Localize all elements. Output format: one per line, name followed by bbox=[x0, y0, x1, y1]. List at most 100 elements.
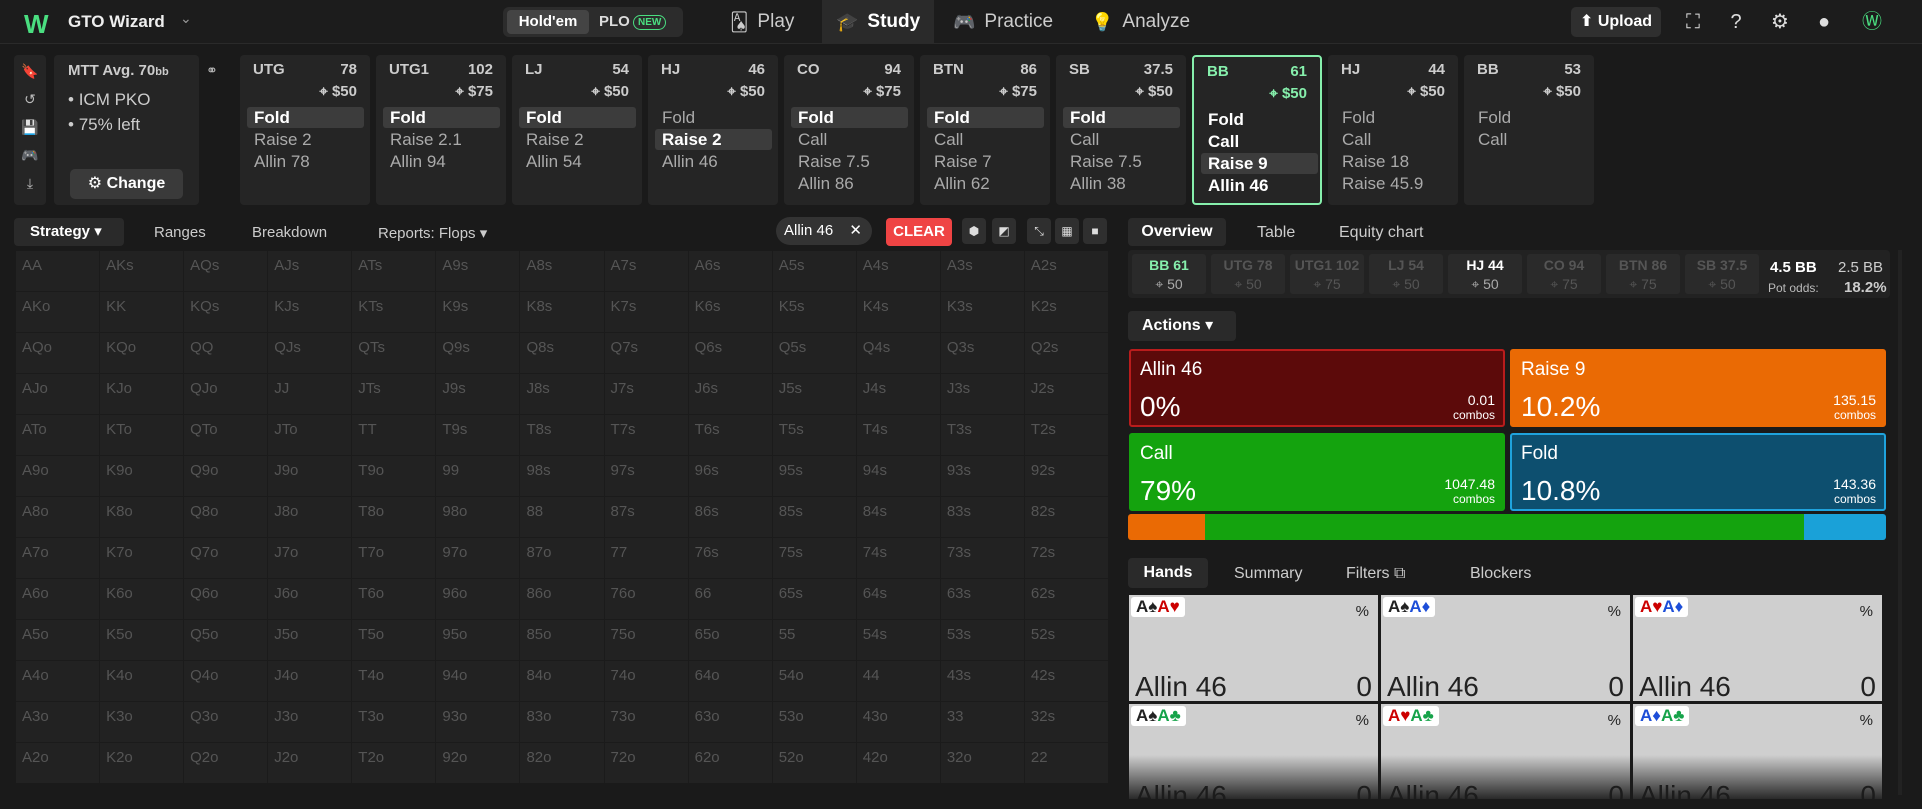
position-action[interactable]: Call bbox=[1335, 129, 1452, 150]
position-action[interactable]: Fold bbox=[927, 107, 1044, 128]
compress-icon[interactable]: ⤡ bbox=[1027, 218, 1051, 244]
range-cell[interactable]: AQo bbox=[16, 333, 100, 373]
range-cell[interactable]: Q7s bbox=[604, 333, 688, 373]
range-cell[interactable]: T7s bbox=[604, 415, 688, 455]
position-action[interactable]: Fold bbox=[655, 107, 772, 128]
range-cell[interactable]: Q2o bbox=[184, 743, 268, 783]
position-action[interactable]: Allin 86 bbox=[791, 173, 908, 194]
tab-filters[interactable]: Filters ⧉ bbox=[1346, 565, 1405, 583]
position-card-bb[interactable]: BB 53 ⌖ $50 Fold Call bbox=[1464, 55, 1594, 205]
help-icon[interactable]: ? bbox=[1722, 8, 1750, 36]
range-cell[interactable]: AQs bbox=[184, 251, 268, 291]
range-cell[interactable]: 82s bbox=[1024, 497, 1108, 537]
position-card-hj[interactable]: HJ 44 ⌖ $50 Fold Call Raise 18 Raise 45.9 bbox=[1328, 55, 1458, 205]
range-cell[interactable]: 87o bbox=[520, 538, 604, 578]
position-action[interactable]: Allin 62 bbox=[927, 173, 1044, 194]
position-card-btn[interactable]: BTN 86 ⌖ $75 Fold Call Raise 7 Allin 62 bbox=[920, 55, 1050, 205]
range-cell[interactable]: Q9o bbox=[184, 456, 268, 496]
bookmark-icon[interactable]: 🔖 bbox=[14, 63, 46, 80]
range-cell[interactable]: 32o bbox=[940, 743, 1024, 783]
position-card-hj[interactable]: HJ 46 ⌖ $50 Fold Raise 2 Allin 46 bbox=[648, 55, 778, 205]
position-action[interactable]: Fold bbox=[1471, 107, 1588, 128]
hand-cell[interactable]: A♠A♦% Allin 46 0 bbox=[1380, 594, 1631, 702]
range-cell[interactable]: T5o bbox=[352, 620, 436, 660]
range-cell[interactable]: 95o bbox=[436, 620, 520, 660]
range-cell[interactable]: T7o bbox=[352, 538, 436, 578]
range-cell[interactable]: T4s bbox=[856, 415, 940, 455]
range-cell[interactable]: K7o bbox=[100, 538, 184, 578]
wizard-coin-icon[interactable]: Ⓦ bbox=[1858, 8, 1886, 36]
range-cell[interactable]: QJs bbox=[268, 333, 352, 373]
range-cell[interactable]: Q3o bbox=[184, 702, 268, 742]
plo-tab[interactable]: PLO bbox=[599, 10, 630, 34]
position-action[interactable]: Fold bbox=[383, 107, 500, 128]
position-action[interactable]: Call bbox=[1201, 131, 1318, 152]
position-action[interactable]: Call bbox=[791, 129, 908, 150]
range-cell[interactable]: 66 bbox=[688, 579, 772, 619]
tab-summary[interactable]: Summary bbox=[1234, 565, 1302, 583]
range-cell[interactable]: 77 bbox=[604, 538, 688, 578]
range-cell[interactable]: 83o bbox=[520, 702, 604, 742]
range-cell[interactable]: K3s bbox=[940, 292, 1024, 332]
range-cell[interactable]: 33 bbox=[940, 702, 1024, 742]
range-cell[interactable]: T6s bbox=[688, 415, 772, 455]
range-cell[interactable]: 76o bbox=[604, 579, 688, 619]
position-card-utg[interactable]: UTG 78 ⌖ $50 Fold Raise 2 Allin 78 bbox=[240, 55, 370, 205]
range-cell[interactable]: T6o bbox=[352, 579, 436, 619]
range-cell[interactable]: 96s bbox=[688, 456, 772, 496]
range-cell[interactable]: K9o bbox=[100, 456, 184, 496]
range-cell[interactable]: K6s bbox=[688, 292, 772, 332]
range-cell[interactable]: 22 bbox=[1024, 743, 1108, 783]
chevron-down-icon[interactable]: ⌄ bbox=[180, 10, 192, 27]
range-cell[interactable]: ATo bbox=[16, 415, 100, 455]
save-icon[interactable]: 💾 bbox=[14, 119, 46, 136]
range-cell[interactable]: 42s bbox=[1024, 661, 1108, 701]
range-cell[interactable]: K5s bbox=[772, 292, 856, 332]
range-cell[interactable]: Q5o bbox=[184, 620, 268, 660]
tab-equity-chart[interactable]: Equity chart bbox=[1339, 224, 1423, 242]
range-cell[interactable]: 85o bbox=[520, 620, 604, 660]
action-box[interactable]: Call 79% 1047.48 combos bbox=[1129, 433, 1505, 511]
range-cell[interactable]: 73o bbox=[604, 702, 688, 742]
range-cell[interactable]: JTo bbox=[268, 415, 352, 455]
tab-strategy[interactable]: Strategy ▾ bbox=[14, 218, 124, 246]
range-cell[interactable]: K8o bbox=[100, 497, 184, 537]
range-cell[interactable]: J2s bbox=[1024, 374, 1108, 414]
contrast-icon[interactable]: ◩ bbox=[992, 218, 1016, 244]
range-cell[interactable]: A3o bbox=[16, 702, 100, 742]
position-action[interactable]: Fold bbox=[791, 107, 908, 128]
range-cell[interactable]: K6o bbox=[100, 579, 184, 619]
range-cell[interactable]: T9o bbox=[352, 456, 436, 496]
position-action[interactable]: Fold bbox=[519, 107, 636, 128]
hand-cell[interactable]: A♠A♥% Allin 46 0 bbox=[1128, 594, 1379, 702]
range-cell[interactable]: K4s bbox=[856, 292, 940, 332]
range-cell[interactable]: QTo bbox=[184, 415, 268, 455]
position-action[interactable]: Raise 7.5 bbox=[1063, 151, 1180, 172]
range-cell[interactable]: 84s bbox=[856, 497, 940, 537]
range-cell[interactable]: J3o bbox=[268, 702, 352, 742]
range-cell[interactable]: A2s bbox=[1024, 251, 1108, 291]
range-cell[interactable]: 43s bbox=[940, 661, 1024, 701]
range-cell[interactable]: JTs bbox=[352, 374, 436, 414]
range-cell[interactable]: J6s bbox=[688, 374, 772, 414]
range-cell[interactable]: 86s bbox=[688, 497, 772, 537]
range-cell[interactable]: K2s bbox=[1024, 292, 1108, 332]
action-box[interactable]: Raise 9 10.2% 135.15 combos bbox=[1510, 349, 1886, 427]
range-cell[interactable]: 98o bbox=[436, 497, 520, 537]
player-chip[interactable]: SB 37.5 ⌖ 50 bbox=[1685, 254, 1759, 294]
range-cell[interactable]: 54s bbox=[856, 620, 940, 660]
range-cell[interactable]: 43o bbox=[856, 702, 940, 742]
range-cell[interactable]: T8s bbox=[520, 415, 604, 455]
range-cell[interactable]: K5o bbox=[100, 620, 184, 660]
range-cell[interactable]: AJs bbox=[268, 251, 352, 291]
position-action[interactable]: Raise 7.5 bbox=[791, 151, 908, 172]
position-action[interactable]: Allin 38 bbox=[1063, 173, 1180, 194]
position-action[interactable]: Allin 46 bbox=[655, 151, 772, 172]
gear-icon[interactable]: ⚙ bbox=[1766, 8, 1794, 36]
range-cell[interactable]: J9s bbox=[436, 374, 520, 414]
hand-cell[interactable]: A♥A♦% Allin 46 0 bbox=[1632, 594, 1883, 702]
range-cell[interactable]: T4o bbox=[352, 661, 436, 701]
range-cell[interactable]: A6s bbox=[688, 251, 772, 291]
range-cell[interactable]: 75s bbox=[772, 538, 856, 578]
position-action[interactable]: Call bbox=[1063, 129, 1180, 150]
